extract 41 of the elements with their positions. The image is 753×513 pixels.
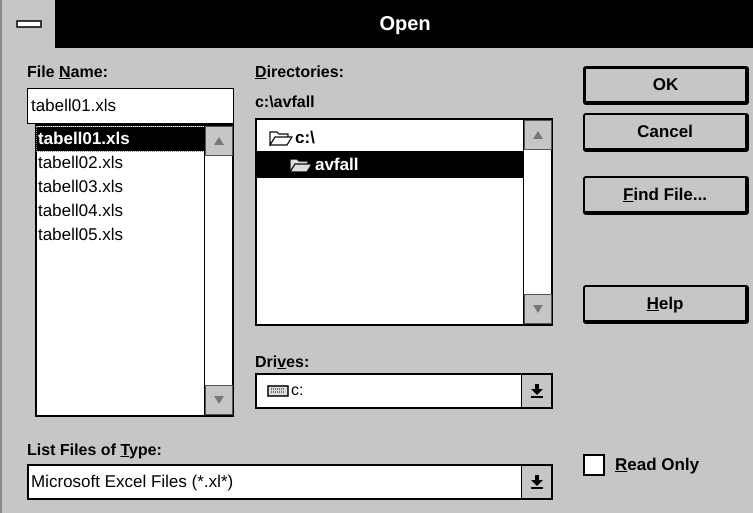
up-arrow-icon — [214, 137, 224, 145]
scroll-down-button[interactable] — [205, 385, 233, 415]
checkbox-label: Read Only — [615, 454, 700, 476]
file-list-item[interactable]: tabell02.xls — [37, 151, 204, 175]
drives-dropdown[interactable]: c: — [255, 373, 553, 409]
down-arrow-icon — [214, 396, 224, 404]
file-list-item[interactable]: tabell01.xls — [37, 127, 204, 151]
file-list-item[interactable]: tabell03.xls — [37, 175, 204, 199]
scroll-down-button[interactable] — [524, 294, 552, 324]
directory-item[interactable]: avfall — [257, 151, 523, 178]
window-title: Open — [379, 12, 431, 37]
down-arrow-icon — [530, 384, 542, 398]
file-list-item[interactable]: tabell05.xls — [37, 223, 204, 247]
field-label: File Name: — [27, 63, 109, 83]
dialog-button[interactable]: Find File... — [583, 176, 749, 215]
down-arrow-icon — [530, 475, 542, 489]
file-type-dropdown[interactable]: Microsoft Excel Files (*.xl*) — [27, 464, 553, 500]
field-label: List Files of Type: — [27, 441, 163, 461]
dropdown-button[interactable] — [521, 466, 551, 498]
folder-icon — [269, 130, 293, 146]
field-label: Drives: — [255, 353, 310, 373]
scroll-up-button[interactable] — [205, 126, 233, 156]
dialog-button[interactable]: OK — [583, 66, 749, 105]
dialog-button[interactable]: Help — [583, 285, 749, 324]
drive-icon — [267, 385, 289, 397]
folder-icon — [289, 156, 313, 172]
dialog-button[interactable]: Cancel — [583, 113, 749, 152]
current-path: c:\avfall — [255, 93, 316, 113]
dropdown-button[interactable] — [521, 375, 551, 407]
system-menu-button[interactable] — [2, 0, 57, 48]
field-label: Directories: — [255, 63, 345, 83]
read-only-checkbox[interactable] — [583, 454, 605, 476]
up-arrow-icon — [533, 131, 543, 139]
scrollbar[interactable] — [204, 126, 232, 415]
down-arrow-icon — [533, 305, 543, 313]
scroll-up-button[interactable] — [524, 120, 552, 150]
file-name-field[interactable]: tabell01.xls — [27, 88, 234, 124]
file-list-item[interactable]: tabell04.xls — [37, 199, 204, 223]
minus-icon — [16, 20, 42, 28]
scrollbar[interactable] — [523, 120, 551, 324]
directory-item[interactable]: c:\ — [257, 124, 523, 151]
